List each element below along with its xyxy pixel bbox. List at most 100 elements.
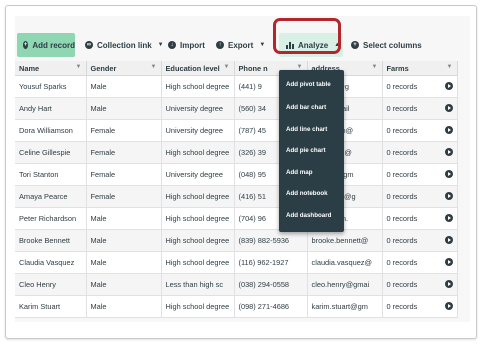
menu-item-add-bar-chart[interactable]: Add bar chart [286, 104, 326, 111]
play-icon[interactable] [444, 126, 453, 134]
cell-gender[interactable]: Female [86, 185, 162, 208]
table-row[interactable]: Amaya Pearce Female High school degree (… [15, 185, 458, 208]
cell-gender[interactable]: Male [86, 229, 162, 252]
menu-item-add-pivot-table[interactable]: Add pivot table [286, 81, 331, 88]
cell-farms[interactable]: 0 records [382, 185, 458, 208]
import-icon: ↓ [168, 41, 176, 49]
cell-gender[interactable]: Male [86, 75, 162, 98]
table-row[interactable]: Peter Richardson Male High school degree… [15, 207, 458, 230]
cell-education[interactable]: University degree [161, 119, 235, 142]
add-record-button[interactable]: + Add record [17, 33, 75, 57]
play-icon[interactable] [444, 302, 453, 310]
cell-education[interactable]: High school degree [161, 295, 235, 318]
cell-education[interactable]: High school degree [161, 207, 235, 230]
cell-name[interactable]: Dora Williamson [15, 119, 87, 142]
cell-phone[interactable]: (098) 271-4686 [234, 295, 308, 318]
cell-name[interactable]: Cleo Henry [15, 273, 87, 296]
table-row[interactable]: Yousuf Sparks Male High school degree (4… [15, 75, 458, 98]
cell-gender[interactable]: Male [86, 97, 162, 120]
farms-count: 0 records [386, 170, 418, 179]
cell-education[interactable]: University degree [161, 97, 235, 120]
analyze-label: Analyze [298, 40, 329, 50]
cell-farms[interactable]: 0 records [382, 295, 458, 318]
cell-address[interactable]: karim.stuart@gm [307, 295, 383, 318]
menu-item-add-line-chart[interactable]: Add line chart [286, 126, 327, 133]
menu-item-add-notebook[interactable]: Add notebook [286, 190, 328, 197]
table-row[interactable]: Celine Gillespie Female High school degr… [15, 141, 458, 164]
cell-name[interactable]: Celine Gillespie [15, 141, 87, 164]
cell-farms[interactable]: 0 records [382, 229, 458, 252]
play-icon[interactable] [444, 148, 453, 156]
table-row[interactable]: Andy Hart Male University degree (560) 3… [15, 97, 458, 120]
farms-count: 0 records [386, 236, 418, 245]
play-icon[interactable] [444, 280, 453, 288]
cell-address[interactable]: brooke.bennett@ [307, 229, 383, 252]
cell-farms[interactable]: 0 records [382, 97, 458, 120]
cell-name[interactable]: Andy Hart [15, 97, 87, 120]
column-header-gender[interactable]: Gender ▼ [86, 61, 162, 76]
cell-gender[interactable]: Male [86, 251, 162, 274]
play-icon[interactable] [444, 104, 453, 112]
cell-phone[interactable]: (116) 962-1927 [234, 251, 308, 274]
table-header-row: Name ▼ Gender ▼ Education level ▼ Phone n ▼ … [15, 61, 458, 76]
cell-gender[interactable]: Male [86, 295, 162, 318]
cell-education[interactable]: High school degree [161, 251, 235, 274]
cell-name[interactable]: Tori Stanton [15, 163, 87, 186]
cell-address[interactable]: claudia.vasquez@ [307, 251, 383, 274]
menu-item-add-map[interactable]: Add map [286, 169, 312, 176]
chevron-down-icon: ▼ [259, 42, 266, 48]
cell-gender[interactable]: Male [86, 273, 162, 296]
cell-name[interactable]: Peter Richardson [15, 207, 87, 230]
cell-name[interactable]: Amaya Pearce [15, 185, 87, 208]
cell-name[interactable]: Karim Stuart [15, 295, 87, 318]
collection-link-button[interactable]: ∞ Collection link ▼ [85, 33, 164, 57]
export-button[interactable]: ↑ Export ▼ [216, 33, 265, 57]
cell-farms[interactable]: 0 records [382, 163, 458, 186]
select-columns-button[interactable]: + Select columns [351, 33, 422, 57]
play-icon[interactable] [444, 258, 453, 266]
cell-farms[interactable]: 0 records [382, 119, 458, 142]
cell-education[interactable]: High school degree [161, 229, 235, 252]
cell-phone[interactable]: (038) 294-0558 [234, 273, 308, 296]
cell-gender[interactable]: Male [86, 207, 162, 230]
table-row[interactable]: Karim Stuart Male High school degree (09… [15, 295, 458, 318]
column-header-label: Farms [386, 63, 409, 73]
cell-name[interactable]: Brooke Bennett [15, 229, 87, 252]
menu-item-add-dashboard[interactable]: Add dashboard [286, 212, 331, 219]
cell-education[interactable]: High school degree [161, 75, 235, 98]
cell-farms[interactable]: 0 records [382, 75, 458, 98]
cell-name[interactable]: Yousuf Sparks [15, 75, 87, 98]
import-button[interactable]: ↓ Import [168, 33, 205, 57]
cell-name[interactable]: Claudia Vasquez [15, 251, 87, 274]
column-header-name[interactable]: Name ▼ [15, 61, 87, 76]
play-icon[interactable] [444, 82, 453, 90]
analyze-dropdown-menu: Add pivot table Add bar chart Add line c… [279, 70, 344, 232]
play-icon[interactable] [444, 236, 453, 244]
table-row[interactable]: Brooke Bennett Male High school degree (… [15, 229, 458, 252]
cell-farms[interactable]: 0 records [382, 141, 458, 164]
column-header-farms[interactable]: Farms ▼ [382, 61, 458, 76]
cell-farms[interactable]: 0 records [382, 273, 458, 296]
table-row[interactable]: Tori Stanton Female University degree (0… [15, 163, 458, 186]
play-icon[interactable] [444, 192, 453, 200]
column-header-label: Education level [165, 63, 220, 73]
cell-gender[interactable]: Female [86, 163, 162, 186]
analyze-button[interactable]: Analyze ▲ [279, 33, 343, 57]
play-icon[interactable] [444, 170, 453, 178]
cell-gender[interactable]: Female [86, 119, 162, 142]
cell-education[interactable]: High school degree [161, 185, 235, 208]
cell-gender[interactable]: Female [86, 141, 162, 164]
column-header-education[interactable]: Education level ▼ [161, 61, 235, 76]
menu-item-add-pie-chart[interactable]: Add pie chart [286, 147, 326, 154]
table-row[interactable]: Dora Williamson Female University degree… [15, 119, 458, 142]
cell-education[interactable]: Less than high sc [161, 273, 235, 296]
table-row[interactable]: Cleo Henry Male Less than high sc (038) … [15, 273, 458, 296]
cell-phone[interactable]: (839) 882-5936 [234, 229, 308, 252]
table-row[interactable]: Claudia Vasquez Male High school degree … [15, 251, 458, 274]
cell-address[interactable]: cleo.henry@gmai [307, 273, 383, 296]
cell-education[interactable]: University degree [161, 163, 235, 186]
cell-farms[interactable]: 0 records [382, 251, 458, 274]
cell-education[interactable]: High school degree [161, 141, 235, 164]
cell-farms[interactable]: 0 records [382, 207, 458, 230]
play-icon[interactable] [444, 214, 453, 222]
